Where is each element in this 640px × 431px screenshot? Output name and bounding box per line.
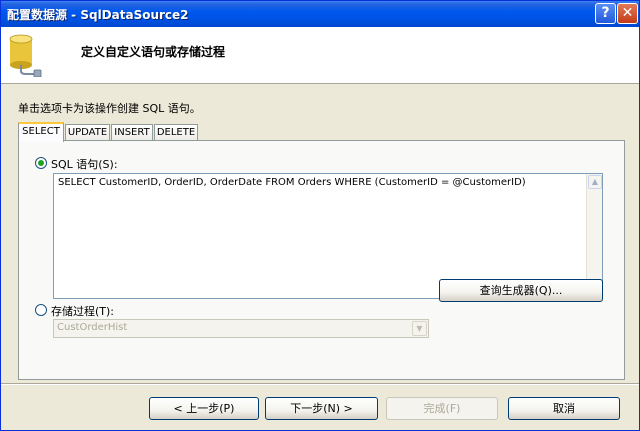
finish-button[interactable]: 完成(F) bbox=[386, 397, 498, 420]
radio-selected-dot bbox=[38, 160, 44, 166]
title-bar[interactable]: 配置数据源 - SqlDataSource2 ? ✕ bbox=[1, 1, 639, 27]
instruction-text: 单击选项卡为该操作创建 SQL 语句。 bbox=[18, 102, 201, 115]
close-icon: ✕ bbox=[621, 5, 634, 21]
back-button[interactable]: < 上一步(P) bbox=[149, 397, 259, 420]
dialog-window: 配置数据源 - SqlDataSource2 ? ✕ 定义自定义语句或存储过程 … bbox=[0, 0, 640, 431]
next-button[interactable]: 下一步(N) > bbox=[265, 397, 378, 420]
query-builder-button[interactable]: 查询生成器(Q)... bbox=[439, 279, 603, 302]
cancel-button[interactable]: 取消 bbox=[508, 397, 620, 420]
stored-procedure-label: 存储过程(T): bbox=[51, 305, 115, 318]
chevron-down-icon[interactable]: ▼ bbox=[412, 321, 427, 336]
close-button[interactable]: ✕ bbox=[617, 3, 638, 24]
scroll-up-icon[interactable]: ▲ bbox=[588, 175, 602, 189]
database-icon bbox=[9, 34, 42, 77]
sql-statement-radio[interactable] bbox=[35, 157, 47, 169]
wizard-step-title: 定义自定义语句或存储过程 bbox=[81, 45, 226, 59]
tab-delete[interactable]: DELETE bbox=[154, 124, 198, 141]
wizard-header: 定义自定义语句或存储过程 bbox=[1, 27, 639, 84]
help-button[interactable]: ? bbox=[595, 3, 616, 24]
stored-procedure-value: CustOrderHist bbox=[57, 322, 128, 333]
sql-statement-text: SELECT CustomerID, OrderID, OrderDate FR… bbox=[58, 177, 526, 188]
sql-statement-label: SQL 语句(S): bbox=[51, 158, 118, 171]
stored-procedure-select[interactable]: CustOrderHist ▼ bbox=[53, 319, 429, 338]
window-title: 配置数据源 - SqlDataSource2 bbox=[7, 8, 189, 22]
help-icon: ? bbox=[601, 5, 610, 21]
stored-procedure-radio[interactable] bbox=[35, 304, 47, 316]
tab-update[interactable]: UPDATE bbox=[65, 124, 110, 141]
footer-divider bbox=[1, 383, 639, 385]
tab-insert[interactable]: INSERT bbox=[111, 124, 153, 141]
tab-select[interactable]: SELECT bbox=[18, 122, 64, 142]
